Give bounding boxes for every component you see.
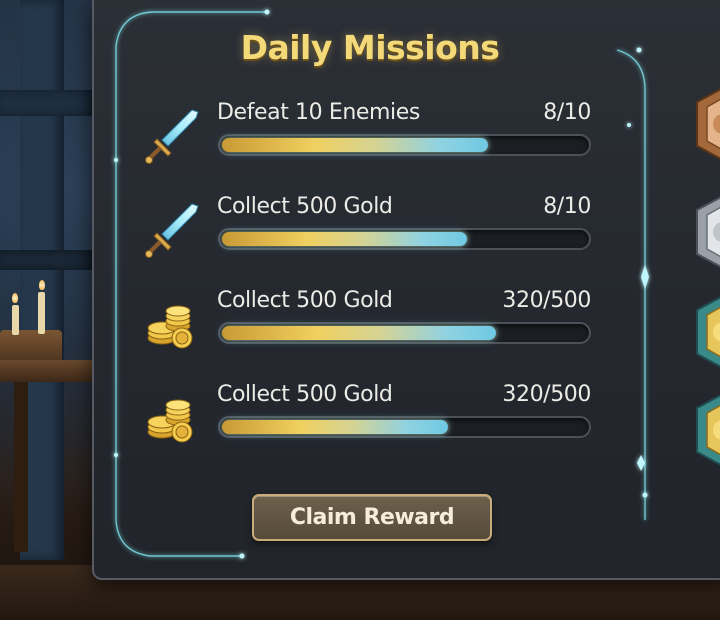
mission-progress-fill bbox=[222, 232, 467, 246]
candle bbox=[12, 305, 19, 335]
gold-coins-icon bbox=[147, 399, 193, 443]
mission-progress-fill bbox=[222, 138, 488, 152]
mission-count: 8/10 bbox=[543, 194, 591, 219]
mission-item: Collect 500 Gold 320/500 bbox=[140, 382, 600, 452]
mission-count: 320/500 bbox=[502, 288, 591, 313]
mission-progress-bar bbox=[218, 322, 591, 344]
candle-flame bbox=[39, 280, 45, 290]
mission-count: 8/10 bbox=[543, 100, 591, 125]
wooden-crate bbox=[0, 330, 62, 364]
bronze-medal-icon[interactable] bbox=[693, 84, 720, 164]
panel-title: Daily Missions bbox=[240, 28, 500, 67]
gold-medal-icon[interactable] bbox=[693, 292, 720, 372]
mission-progress-fill bbox=[222, 420, 448, 434]
mission-progress-bar bbox=[218, 416, 591, 438]
candle bbox=[38, 292, 45, 334]
sword-icon bbox=[145, 109, 199, 164]
candle-flame bbox=[12, 293, 18, 303]
mission-label: Collect 500 Gold bbox=[217, 382, 393, 407]
mission-item: Collect 500 Gold 320/500 bbox=[140, 288, 600, 358]
sword-icon bbox=[145, 203, 199, 258]
tavern-table bbox=[0, 360, 95, 382]
mission-label: Collect 500 Gold bbox=[217, 194, 393, 219]
wooden-beam bbox=[0, 90, 95, 116]
mission-label: Collect 500 Gold bbox=[217, 288, 393, 313]
wooden-beam bbox=[0, 250, 95, 270]
mission-item: Collect 500 Gold 8/10 bbox=[140, 194, 600, 264]
silver-medal-icon[interactable] bbox=[693, 192, 720, 272]
mission-item: Defeat 10 Enemies 8/10 bbox=[140, 100, 600, 170]
gold-medal-icon[interactable] bbox=[693, 390, 720, 470]
mission-progress-fill bbox=[222, 326, 496, 340]
table-leg bbox=[14, 382, 28, 552]
claim-reward-button[interactable]: Claim Reward bbox=[252, 494, 492, 541]
mission-progress-bar bbox=[218, 134, 591, 156]
gold-coins-icon bbox=[147, 305, 193, 349]
mission-count: 320/500 bbox=[502, 382, 591, 407]
mission-label: Defeat 10 Enemies bbox=[217, 100, 420, 125]
mission-progress-bar bbox=[218, 228, 591, 250]
